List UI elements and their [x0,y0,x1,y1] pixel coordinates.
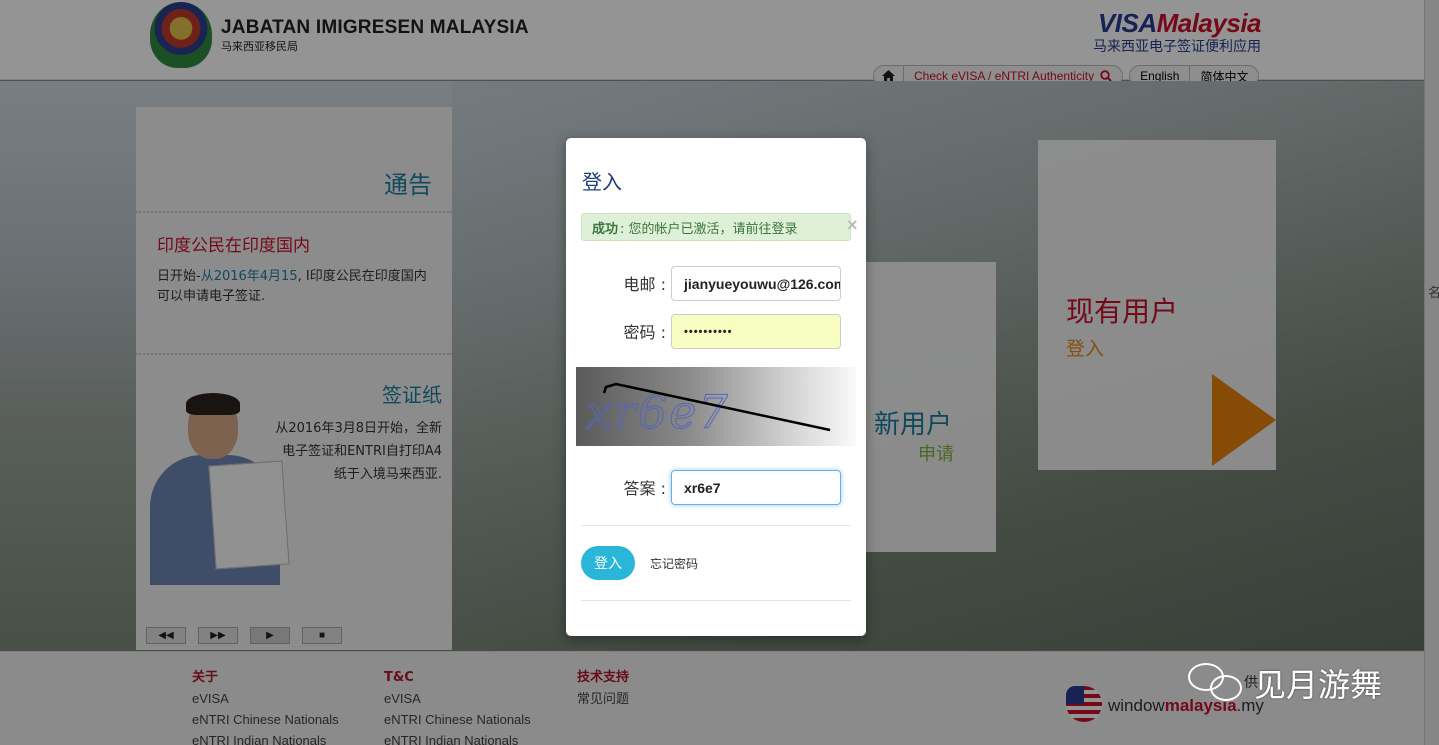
captcha-answer-field[interactable]: xr6e7 [671,470,841,505]
wechat-icon [1188,663,1246,703]
captcha-image: xr6e7 [576,367,856,446]
password-label: 密码 : [623,323,666,342]
answer-label: 答案 : [623,479,666,498]
email-field[interactable]: jianyueyouwu@126.com [671,266,841,301]
alert-message: : 您的帐户已激活，请前往登录 [620,221,798,237]
watermark-text: 见月游舞 [1254,666,1383,704]
login-button[interactable]: 登入 [581,546,635,580]
alert-strong: 成功 [592,221,619,237]
divider [581,600,851,601]
success-alert: 成功: 您的帐户已激活，请前往登录 [581,213,851,241]
divider [581,525,851,526]
email-label: 电邮 : [623,275,666,294]
forgot-password-link[interactable]: 忘记密码 [650,555,698,572]
password-field[interactable]: •••••••••• [671,314,841,349]
close-icon[interactable]: × [847,216,858,234]
captcha-noise-line [602,382,831,432]
modal-title: 登入 [582,170,622,194]
login-modal: 登入 成功: 您的帐户已激活，请前往登录 × 电邮 : jianyueyouwu… [566,138,866,636]
wechat-watermark: 见月游舞 [1188,660,1382,706]
